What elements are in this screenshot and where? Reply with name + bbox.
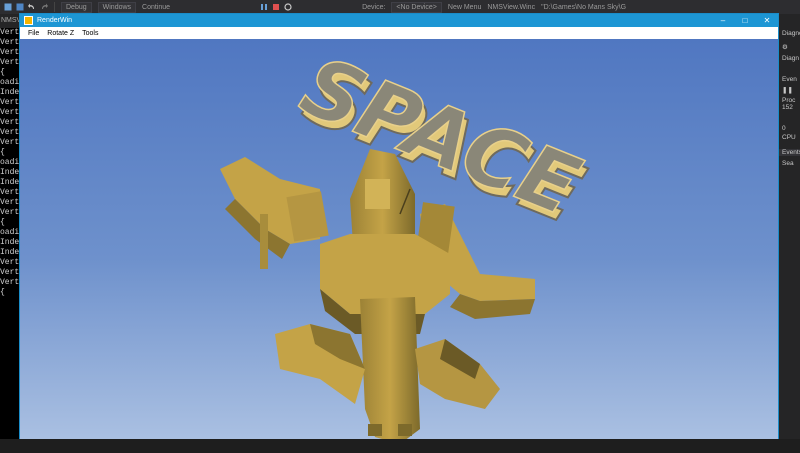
ship-turret — [365, 179, 390, 209]
save-all-icon[interactable] — [16, 3, 24, 11]
undo-icon[interactable] — [28, 3, 36, 11]
ship-fuselage — [360, 297, 420, 439]
ide-toolbar: Debug Windows Continue Device: <No Devic… — [0, 0, 800, 14]
console-output: NMSView VerteVerteVerteVerte{oadingIndex… — [0, 14, 20, 453]
events-tab[interactable]: Events — [778, 149, 800, 156]
redo-icon[interactable] — [40, 3, 48, 11]
console-line: Verte — [0, 208, 20, 217]
scene-svg: SPACE SPACE — [220, 39, 596, 439]
save-icon[interactable] — [4, 3, 12, 11]
continue-button[interactable]: Continue — [142, 4, 170, 11]
device-label: Device: — [362, 3, 386, 11]
console-line: Verte — [0, 118, 20, 127]
console-line: Verte — [0, 108, 20, 117]
console-line: Verte — [0, 128, 20, 137]
new-menu-label[interactable]: New Menu — [448, 4, 481, 11]
menu-rotate-z[interactable]: Rotate Z — [47, 30, 74, 37]
console-line: Verte — [0, 138, 20, 147]
restart-icon[interactable] — [284, 3, 292, 11]
render-viewport[interactable]: SPACE SPACE — [20, 39, 778, 439]
console-line: { — [0, 288, 5, 297]
ship-left-upper-strut — [260, 214, 268, 269]
ship-engine-left — [368, 424, 382, 436]
window-controls: – □ ✕ — [712, 14, 778, 27]
ship-engine-right — [398, 424, 412, 436]
startup-project-label[interactable]: NMSView.Winc — [487, 4, 535, 11]
console-line: Index — [0, 248, 20, 257]
platform-dropdown[interactable]: Windows — [97, 1, 137, 13]
console-line: Verte — [0, 188, 20, 197]
console-line: oading — [0, 228, 20, 237]
console-line: Verte — [0, 48, 20, 57]
events-pause-icon[interactable]: ❚❚ — [778, 86, 800, 94]
console-line: Verte — [0, 198, 20, 207]
minimize-button[interactable]: – — [712, 14, 734, 27]
device-dropdown[interactable]: <No Device> — [391, 1, 442, 13]
menu-tools[interactable]: Tools — [82, 30, 98, 37]
console-lines: VerteVerteVerteVerte{oadingIndexVerteVer… — [0, 28, 20, 298]
window-titlebar[interactable]: RenderWin – □ ✕ — [20, 14, 778, 27]
process-memory-value: 152 — [782, 104, 793, 111]
console-line: Verte — [0, 268, 20, 277]
console-line: { — [0, 68, 5, 77]
diagnostics-session-label: Diagn — [782, 55, 799, 62]
window-title: RenderWin — [37, 17, 73, 24]
settings-gear-icon[interactable]: ⚙ — [778, 43, 800, 51]
console-tab[interactable]: NMSView — [0, 14, 20, 28]
console-line: oading — [0, 78, 20, 87]
menu-file[interactable]: File — [28, 30, 39, 37]
console-line: { — [0, 148, 5, 157]
close-button[interactable]: ✕ — [756, 14, 778, 27]
search-events-input[interactable]: Sea — [778, 160, 800, 167]
command-args-label[interactable]: "D:\Games\No Mans Sky\G — [541, 4, 626, 11]
console-line: Verte — [0, 98, 20, 107]
configuration-dropdown[interactable]: Debug — [61, 1, 92, 13]
app-icon — [24, 16, 33, 25]
cpu-section-label[interactable]: CPU — [778, 134, 800, 141]
events-section-label[interactable]: Even — [778, 76, 800, 83]
console-line: Index — [0, 88, 20, 97]
process-memory-label[interactable]: Proc — [778, 97, 800, 104]
console-line: Verte — [0, 38, 20, 47]
render-window: RenderWin – □ ✕ File Rotate Z Tools SPAC… — [20, 14, 778, 439]
console-line: Verte — [0, 28, 20, 37]
diagnostics-panel: Diagnos ⚙ Diagn Even ❚❚ Proc 152 0 CPU E… — [778, 14, 800, 453]
process-memory-min: 0 — [782, 125, 786, 132]
console-line: Verte — [0, 258, 20, 267]
pause-icon[interactable] — [260, 3, 268, 11]
ide-bottom-area — [0, 439, 800, 453]
console-line: Verte — [0, 58, 20, 67]
toolbar-separator — [54, 2, 55, 12]
diagnostics-title: Diagnos — [782, 30, 800, 37]
stop-icon[interactable] — [272, 3, 280, 11]
console-line: Index — [0, 168, 20, 177]
console-line: { — [0, 218, 5, 227]
console-line: Index — [0, 178, 20, 187]
maximize-button[interactable]: □ — [734, 14, 756, 27]
console-line: Verte — [0, 278, 20, 287]
console-line: oading — [0, 158, 20, 167]
console-line: Index — [0, 238, 20, 247]
